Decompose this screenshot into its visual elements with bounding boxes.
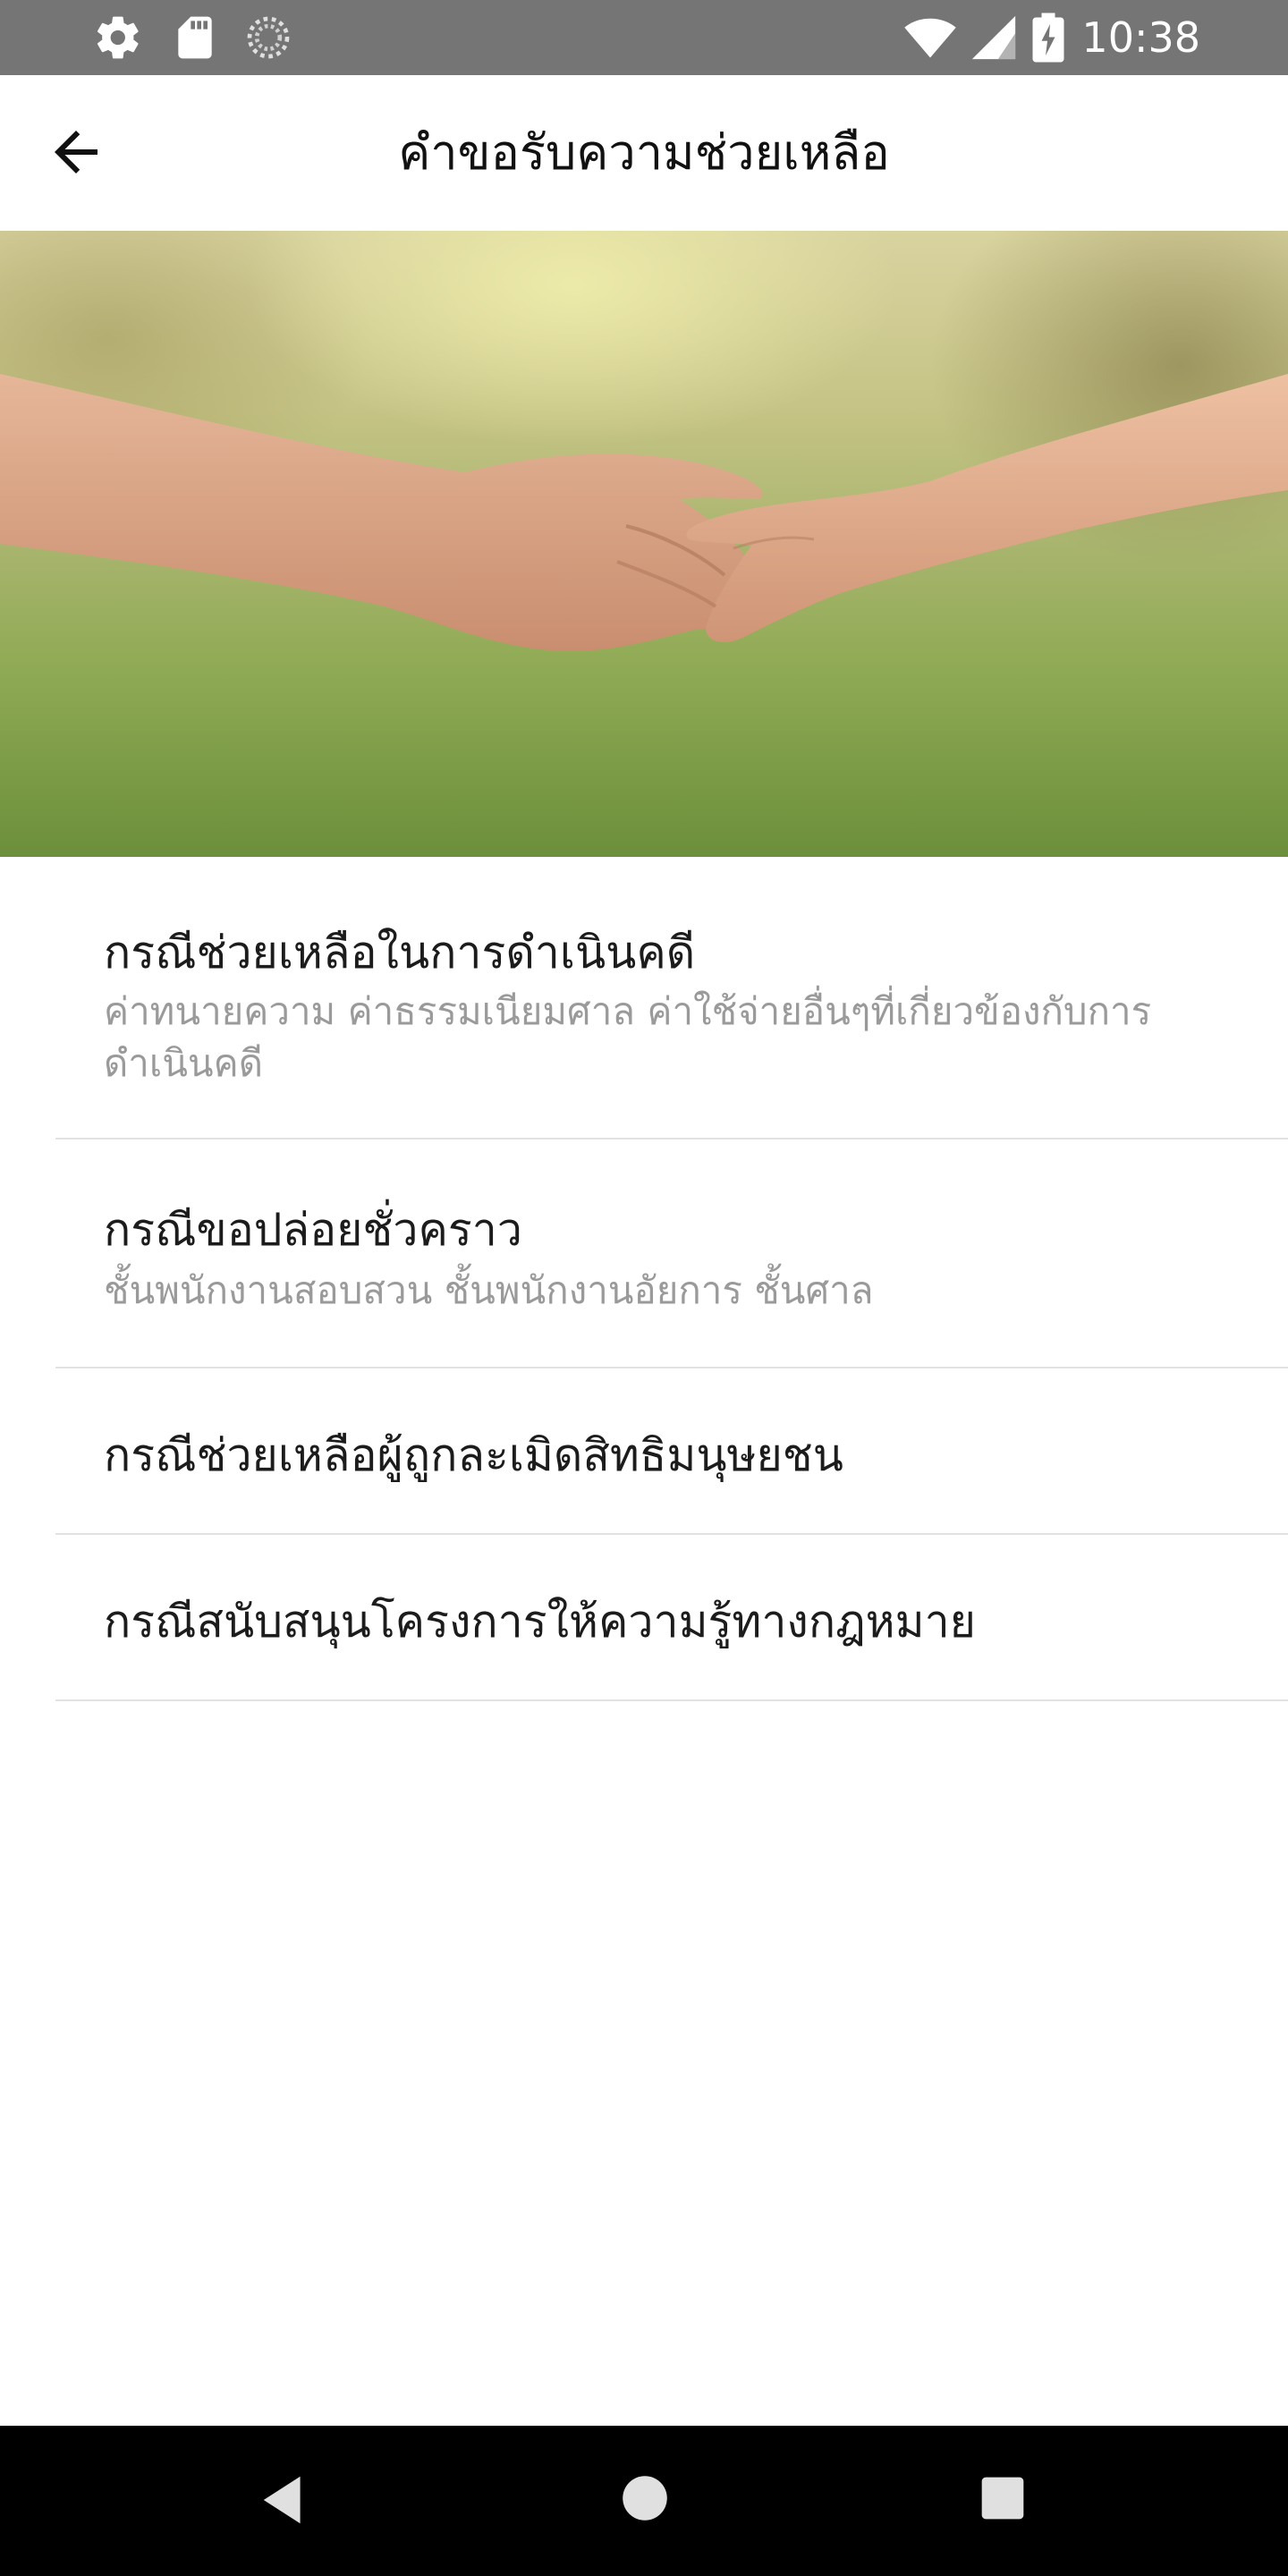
app-bar: คำขอรับความช่วยเหลือ [0, 75, 1288, 231]
list-item-title: กรณีช่วยเหลือผู้ถูกละเมิดสิทธิมนุษยชน [104, 1429, 843, 1481]
list-item-title: กรณีช่วยเหลือในการดำเนินคดี [104, 927, 696, 979]
list-item-legal-education-project[interactable]: กรณีสนับสนุนโครงการให้ความรู้ทางกฎหมาย [55, 1533, 1288, 1701]
list-item-title: กรณีขอปล่อยชั่วคราว [104, 1204, 522, 1256]
page-title: คำขอรับความช่วยเหลือ [398, 124, 890, 181]
system-nav-bar [0, 2426, 1288, 2576]
list-item-subtitle: ชั้นพนักงานสอบสวน ชั้นพนักงานอัยการ ชั้น… [104, 1268, 874, 1312]
signal-icon [968, 11, 1020, 68]
list-item-temporary-release[interactable]: กรณีขอปล่อยชั่วคราว ชั้นพนักงานสอบสวน ชั… [55, 1138, 1288, 1368]
hero-image [0, 231, 1288, 857]
list-item-title: กรณีสนับสนุนโครงการให้ความรู้ทางกฎหมาย [104, 1596, 976, 1648]
list-item-subtitle: ค่าทนายความ ค่าธรรมเนียมศาล ค่าใช้จ่ายอื… [104, 989, 1152, 1085]
sync-icon [243, 13, 293, 66]
wifi-icon [903, 11, 957, 68]
list-item-human-rights-victim[interactable]: กรณีช่วยเหลือผู้ถูกละเมิดสิทธิมนุษยชน [55, 1367, 1288, 1535]
sd-card-icon [170, 13, 220, 66]
recents-square-icon [981, 2477, 1024, 2520]
nav-back-button[interactable] [256, 2469, 318, 2531]
gear-icon [93, 13, 143, 66]
hands-holding-illustration [0, 374, 1288, 651]
back-button[interactable] [27, 111, 125, 197]
list-item-litigation-aid[interactable]: กรณีช่วยเหลือในการดำเนินคดี ค่าทนายความ … [55, 857, 1288, 1140]
nav-recents-button[interactable] [971, 2467, 1034, 2529]
arrow-left-icon [44, 120, 108, 188]
clock-time: 10:38 [1081, 13, 1200, 62]
back-triangle-icon [263, 2476, 301, 2524]
battery-charging-icon [1029, 11, 1068, 68]
home-circle-icon [623, 2476, 667, 2521]
status-bar: 10:38 [0, 0, 1288, 75]
nav-home-button[interactable] [614, 2467, 676, 2529]
